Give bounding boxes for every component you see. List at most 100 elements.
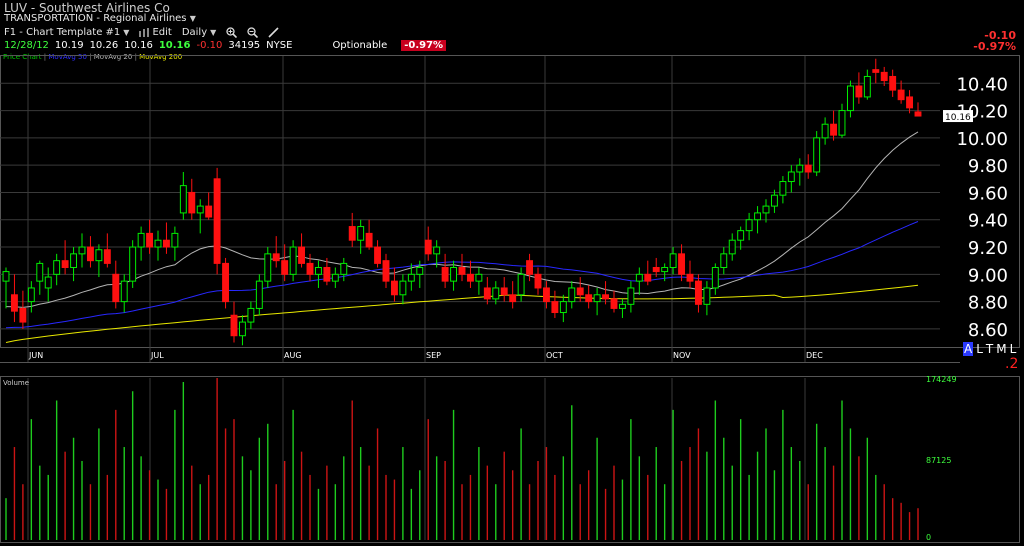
candle-body: [534, 273, 542, 289]
candle-body: [728, 239, 736, 255]
price-tick-label: 9.20: [968, 238, 1008, 259]
candle-body: [787, 171, 795, 183]
candle-body: [298, 246, 306, 264]
candle-body: [407, 273, 415, 282]
candle-body: [450, 266, 458, 282]
candle-body: [720, 253, 728, 268]
candle-body: [517, 273, 525, 296]
candle-body: [796, 164, 804, 173]
candle-body: [238, 321, 246, 337]
price-tick-label: 8.80: [968, 293, 1008, 314]
candle-body: [264, 253, 272, 282]
candle-body: [863, 75, 871, 98]
candle-body: [542, 287, 550, 303]
candle-body: [678, 253, 686, 275]
scale-auto-button[interactable]: A: [963, 342, 974, 356]
candle-body: [53, 260, 61, 275]
candle-body: [382, 260, 390, 282]
candle-body: [179, 185, 187, 214]
candle-body: [255, 280, 263, 309]
volume-tick-label: 174249: [926, 375, 957, 384]
candle-body: [331, 273, 339, 282]
candle-body: [593, 294, 601, 303]
candle-body: [846, 85, 854, 112]
last-price-label: 10.16: [945, 113, 971, 123]
candle-body: [424, 239, 432, 255]
candle-body: [120, 280, 128, 303]
candle-body: [357, 226, 365, 241]
price-tick-label: 9.00: [968, 265, 1008, 286]
volume-tick-label: 87125: [926, 456, 951, 465]
candle-body: [247, 307, 255, 323]
candle-body: [737, 230, 745, 241]
month-label: JUL: [150, 351, 164, 360]
candle-body: [390, 280, 398, 296]
candle-body: [872, 69, 880, 73]
candle-body: [323, 266, 331, 282]
candle-body: [559, 301, 567, 314]
candle-body: [86, 246, 94, 262]
candle-body: [644, 273, 652, 282]
scale-controls: A L T M L: [963, 342, 1016, 356]
candle-body: [213, 178, 221, 264]
candle-body: [222, 262, 230, 303]
candle-body: [770, 194, 778, 207]
candle-body: [146, 232, 154, 248]
candle-body: [2, 271, 10, 282]
candle-body: [188, 191, 196, 214]
candle-body: [703, 287, 711, 305]
candle-body: [281, 260, 289, 275]
month-label: SEP: [426, 351, 441, 360]
price-tick-label: 10.00: [956, 129, 1008, 150]
candle-body: [78, 246, 86, 255]
scale-l-button[interactable]: L: [1010, 342, 1017, 356]
candle-body: [652, 266, 660, 273]
candle-body: [880, 71, 888, 82]
candle-body: [399, 280, 407, 296]
scale-log-button[interactable]: L: [976, 342, 983, 356]
candle-body: [762, 205, 770, 214]
month-label: OCT: [546, 351, 563, 360]
candle-body: [171, 232, 179, 248]
candle-body: [483, 287, 491, 300]
candle-body: [635, 273, 643, 282]
candle-body: [230, 314, 238, 337]
candle-body: [669, 253, 677, 268]
candle-body: [804, 164, 812, 173]
candle-body: [821, 123, 829, 139]
candle-body: [340, 262, 348, 275]
price-tick-label: 9.40: [968, 211, 1008, 232]
month-label: NOV: [673, 351, 691, 360]
candle-body: [112, 273, 120, 303]
candle-body: [10, 294, 18, 312]
price-volume-chart[interactable]: 8.608.809.009.209.409.609.8010.0010.2010…: [0, 0, 1024, 546]
zoom-indicator[interactable]: .2: [1005, 356, 1018, 372]
candle-body: [19, 307, 27, 323]
price-tick-label: 9.80: [968, 156, 1008, 177]
candle-body: [272, 253, 280, 262]
candle-body: [289, 246, 297, 275]
candle-body: [306, 262, 314, 275]
price-panel-frame: [0, 55, 1020, 348]
ma200-line: [5, 284, 919, 343]
month-label: JUN: [28, 351, 43, 360]
candle-body: [61, 260, 69, 268]
candle-body: [813, 137, 821, 173]
candle-body: [492, 287, 500, 300]
volume-tick-label: 0: [926, 533, 931, 542]
candle-body: [686, 273, 694, 282]
candle-body: [365, 232, 373, 248]
scale-m-button[interactable]: M: [996, 342, 1006, 356]
candle-body: [70, 253, 78, 268]
scale-trend-button[interactable]: T: [986, 342, 993, 356]
candle-body: [694, 280, 702, 305]
candle-body: [36, 262, 44, 282]
candle-body: [627, 287, 635, 305]
price-tick-label: 8.60: [968, 320, 1008, 341]
candle-body: [27, 287, 35, 303]
candle-body: [618, 303, 626, 309]
candle-body: [889, 75, 897, 91]
price-tick-label: 10.40: [956, 74, 1008, 95]
candle-body: [374, 246, 382, 264]
candle-body: [348, 226, 356, 241]
